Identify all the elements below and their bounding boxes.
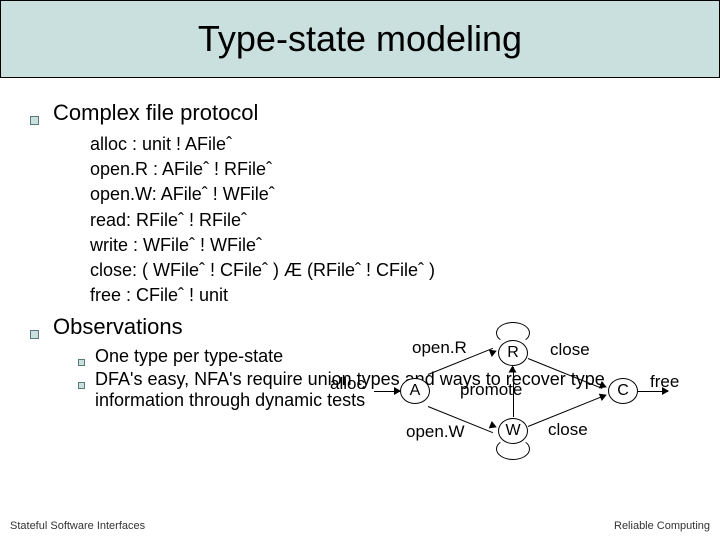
arrowhead-icon xyxy=(599,391,608,401)
arrowhead-icon xyxy=(489,347,498,357)
edge-label-openW: open.W xyxy=(406,422,465,442)
protocol-line: free : CFileˆ ! unit xyxy=(90,283,690,308)
state-node-C: C xyxy=(608,378,638,404)
edge-label-promote: promote xyxy=(460,380,522,400)
arrowhead-icon xyxy=(489,421,498,431)
protocol-line: read: RFileˆ ! RFileˆ xyxy=(90,208,690,233)
state-diagram: A R W C alloc open.R open.W promote clos… xyxy=(330,310,710,490)
arrowhead-icon xyxy=(599,381,608,391)
section-heading: Observations xyxy=(53,314,183,340)
bullet-icon xyxy=(30,116,39,125)
protocol-line: open.W: AFileˆ ! WFileˆ xyxy=(90,182,690,207)
protocol-line: close: ( WFileˆ ! CFileˆ ) Æ (RFileˆ ! C… xyxy=(90,258,690,283)
slide-footer: Stateful Software Interfaces Reliable Co… xyxy=(0,520,720,532)
observation-text: One type per type-state xyxy=(95,346,283,367)
protocol-line: write : WFileˆ ! WFileˆ xyxy=(90,233,690,258)
bullet-icon xyxy=(78,359,85,366)
bullet-icon xyxy=(30,330,39,339)
edge-label-closeW: close xyxy=(548,420,588,440)
node-label: A xyxy=(410,382,421,400)
state-node-W: W xyxy=(498,418,528,444)
protocol-line: open.R : AFileˆ ! RFileˆ xyxy=(90,157,690,182)
section-complex-protocol: Complex file protocol xyxy=(30,100,690,126)
footer-left: Stateful Software Interfaces xyxy=(10,520,145,532)
bullet-icon xyxy=(78,382,85,389)
footer-right: Reliable Computing xyxy=(614,520,710,532)
protocol-lines: alloc : unit ! AFileˆ open.R : AFileˆ ! … xyxy=(90,132,690,308)
protocol-line: alloc : unit ! AFileˆ xyxy=(90,132,690,157)
edge-label-closeR: close xyxy=(550,340,590,360)
edge-label-alloc: alloc xyxy=(330,374,365,394)
edge-closeR xyxy=(528,358,603,389)
slide-title: Type-state modeling xyxy=(198,18,522,60)
state-node-R: R xyxy=(498,340,528,366)
section-heading: Complex file protocol xyxy=(53,100,258,126)
state-node-A: A xyxy=(400,378,430,404)
edge-label-openR: open.R xyxy=(412,338,467,358)
slide-title-box: Type-state modeling xyxy=(0,0,720,78)
node-label: R xyxy=(507,344,519,362)
arrowhead-icon xyxy=(509,366,517,373)
node-label: C xyxy=(617,382,629,400)
node-label: W xyxy=(505,422,520,440)
edge-label-free: free xyxy=(650,372,679,392)
